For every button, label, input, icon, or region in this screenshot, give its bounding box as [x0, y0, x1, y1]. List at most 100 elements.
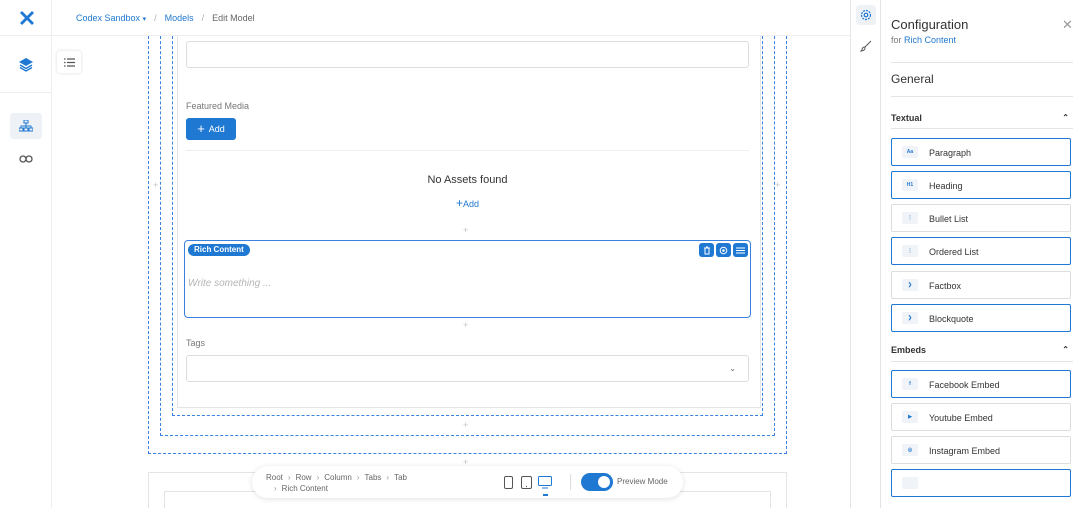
no-assets-text: No Assets found	[427, 174, 508, 186]
tablet-device-icon[interactable]	[520, 475, 532, 489]
bullet-list-item[interactable]: ⋮ Bullet List	[891, 204, 1071, 232]
path-root[interactable]: Root	[266, 473, 283, 482]
toolbar-divider	[570, 474, 571, 490]
rich-content-placeholder[interactable]: Write something ...	[188, 278, 271, 289]
factbox-item[interactable]: ❯ Factbox	[891, 271, 1071, 299]
rich-content-block[interactable]: Rich Content Write something ...	[184, 240, 751, 318]
ordered-list-icon: ⋮	[902, 245, 918, 257]
item-label: Factbox	[929, 281, 962, 291]
divider	[891, 128, 1073, 129]
paragraph-icon: Aa	[902, 146, 918, 158]
menu-icon[interactable]	[733, 243, 748, 257]
left-rail	[0, 0, 52, 508]
insert-plus-icon[interactable]: +	[153, 180, 158, 190]
path-rich-content[interactable]: Rich Content	[282, 484, 328, 493]
layers-icon[interactable]	[10, 51, 42, 77]
outline-list-button[interactable]	[57, 51, 81, 73]
factbox-icon: ❯	[902, 279, 918, 291]
section-general: General	[891, 72, 934, 86]
form-panel	[177, 36, 761, 408]
plus-icon: +	[455, 196, 463, 210]
heading-icon: H1	[902, 179, 918, 191]
configuration-panel: Configuration for Rich Content ✕ General…	[881, 0, 1080, 508]
heading-item[interactable]: H1 Heading	[891, 171, 1071, 199]
divider	[891, 361, 1073, 362]
tags-select[interactable]: ⌄	[186, 355, 749, 382]
instagram-icon: ◎	[902, 444, 918, 456]
panel-subtitle-target: Rich Content	[904, 35, 957, 45]
delete-icon[interactable]	[699, 243, 714, 257]
top-bar: Codex Sandbox ▾ / Models / Edit Model	[52, 0, 850, 36]
item-label: Bullet List	[929, 214, 969, 224]
element-path: Root › Row › Column › Tabs › Tab › Rich Content	[266, 473, 407, 493]
close-icon[interactable]: ✕	[1062, 17, 1073, 33]
breadcrumb-separator: /	[201, 13, 205, 23]
add-asset-link[interactable]: +Add	[186, 196, 749, 210]
path-row[interactable]: Row	[296, 473, 312, 482]
insert-plus-icon[interactable]: +	[463, 420, 468, 430]
instagram-embed-item[interactable]: ◎ Instagram Embed	[891, 436, 1071, 464]
divider	[891, 96, 1073, 97]
path-tabs[interactable]: Tabs	[365, 473, 382, 482]
ordered-list-item[interactable]: ⋮ Ordered List	[891, 237, 1071, 265]
mobile-device-icon[interactable]	[502, 475, 514, 489]
preview-mode-label: Preview Mode	[617, 477, 668, 486]
panel-title: Configuration	[891, 17, 969, 32]
plus-icon: +	[197, 121, 205, 136]
preview-mode-toggle[interactable]	[581, 473, 613, 491]
settings-gear-icon[interactable]	[716, 243, 731, 257]
element-path-toolbar: Root › Row › Column › Tabs › Tab › Rich Content P…	[252, 466, 683, 498]
block-toolbar	[699, 243, 748, 257]
embeds-section-header[interactable]: Embeds ⌃	[891, 345, 1073, 355]
item-label: Heading	[929, 181, 963, 191]
relations-infinity-icon[interactable]	[10, 146, 42, 172]
item-label: Ordered List	[929, 247, 979, 257]
textual-section-header[interactable]: Textual ⌃	[891, 113, 1073, 123]
item-label: Facebook Embed	[929, 380, 1000, 390]
chevron-up-icon: ⌃	[1062, 345, 1069, 354]
desktop-device-icon[interactable]	[538, 475, 552, 489]
app-logo-icon[interactable]	[18, 9, 36, 27]
divider	[891, 62, 1073, 63]
brush-icon[interactable]	[856, 36, 876, 56]
breadcrumb-current: Edit Model	[212, 13, 255, 23]
list-icon	[63, 57, 75, 67]
blockquote-icon: ❯	[902, 312, 918, 324]
rail-divider	[0, 35, 52, 36]
insert-plus-icon[interactable]: +	[775, 180, 780, 190]
rich-content-tag[interactable]: Rich Content	[188, 244, 250, 256]
facebook-icon: f	[902, 378, 918, 390]
divider	[186, 150, 749, 151]
youtube-icon: ▶	[902, 411, 918, 423]
chevron-down-icon: ⌄	[729, 364, 736, 373]
facebook-embed-item[interactable]: f Facebook Embed	[891, 370, 1071, 398]
path-column[interactable]: Column	[324, 473, 352, 482]
active-device-indicator	[543, 494, 548, 496]
item-label: Youtube Embed	[929, 413, 993, 423]
settings-gear-icon[interactable]	[856, 5, 876, 25]
item-label: Paragraph	[929, 148, 972, 158]
panel-subtitle: for Rich Content	[891, 35, 957, 45]
editor-canvas: Featured Media + Add No Assets found +Ad…	[52, 36, 850, 508]
insert-plus-icon[interactable]: +	[463, 320, 468, 330]
tags-label: Tags	[186, 338, 206, 348]
add-media-button[interactable]: + Add	[186, 118, 236, 140]
embed-icon	[902, 477, 918, 489]
add-media-label: Add	[208, 124, 225, 134]
text-field[interactable]	[186, 41, 749, 68]
youtube-embed-item[interactable]: ▶ Youtube Embed	[891, 403, 1071, 431]
breadcrumb-workspace[interactable]: Codex Sandbox ▾	[76, 13, 146, 23]
item-label: Instagram Embed	[929, 446, 1001, 456]
breadcrumb: Codex Sandbox ▾ / Models / Edit Model	[76, 13, 255, 23]
panel-tabs	[850, 0, 881, 508]
path-tab[interactable]: Tab	[394, 473, 407, 482]
insert-plus-icon[interactable]: +	[463, 225, 468, 235]
item-label: Blockquote	[929, 314, 974, 324]
structure-tree-icon[interactable]	[10, 113, 42, 139]
breadcrumb-models[interactable]: Models	[165, 13, 194, 23]
embed-item-partial[interactable]	[891, 469, 1071, 497]
chevron-up-icon: ⌃	[1062, 113, 1069, 122]
blockquote-item[interactable]: ❯ Blockquote	[891, 304, 1071, 332]
breadcrumb-separator: /	[154, 13, 157, 23]
paragraph-item[interactable]: Aa Paragraph	[891, 138, 1071, 166]
